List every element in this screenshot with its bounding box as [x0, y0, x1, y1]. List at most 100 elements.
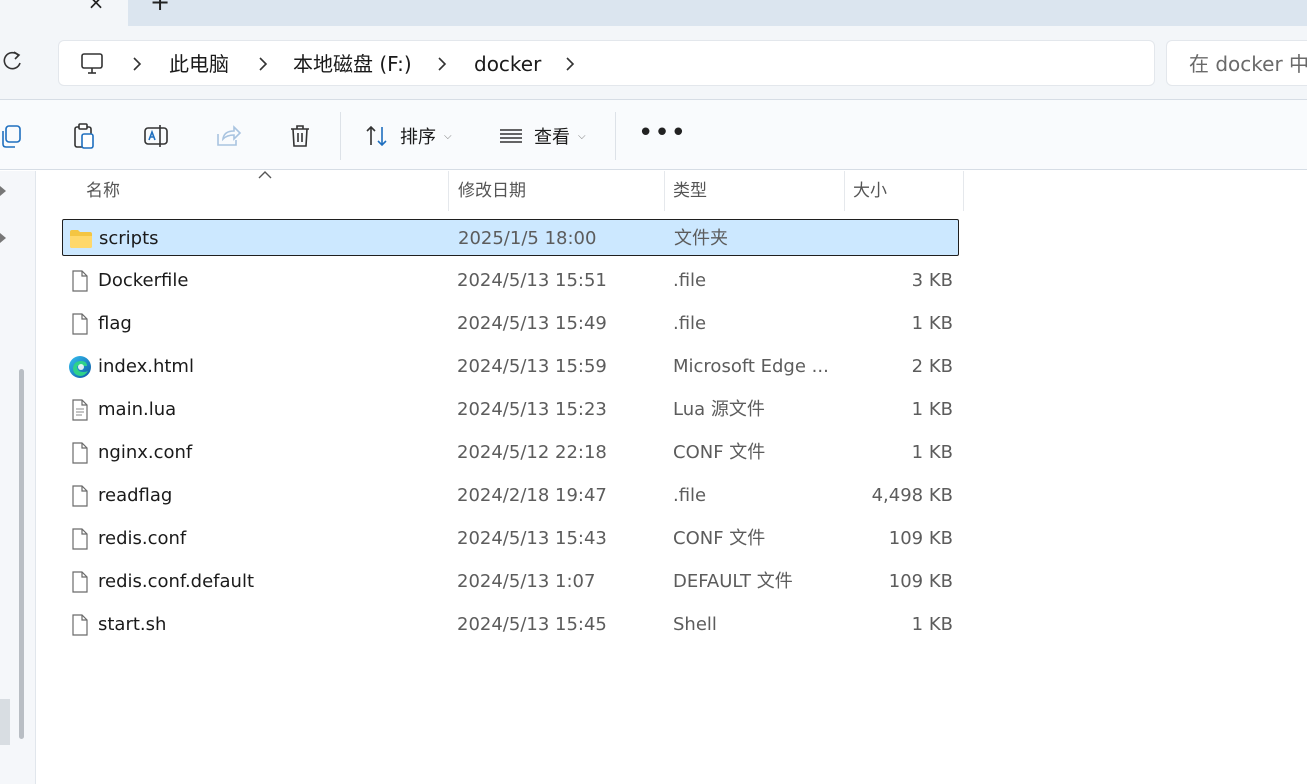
nav-scrollbar[interactable]	[19, 369, 24, 739]
file-icon	[68, 484, 92, 508]
file-row[interactable]: Dockerfile 2024/5/13 15:51 .file 3 KB	[62, 262, 959, 299]
view-label: 查看	[534, 127, 570, 148]
expand-arrow-icon[interactable]	[0, 233, 8, 243]
file-row[interactable]: main.lua 2024/5/13 15:23 Lua 源文件 1 KB	[62, 391, 959, 428]
file-icon	[68, 570, 92, 594]
refresh-button[interactable]	[0, 48, 26, 74]
file-modified-date: 2024/5/13 15:51	[457, 270, 607, 291]
file-type: .file	[673, 485, 707, 506]
file-size: 1 KB	[911, 442, 953, 463]
file-name: nginx.conf	[98, 442, 193, 463]
file-row[interactable]: scripts 2025/1/5 18:00 文件夹	[62, 219, 959, 256]
address-bar[interactable]: 此电脑 本地磁盘 (F:) docker	[58, 40, 1155, 86]
file-modified-date: 2024/5/12 22:18	[457, 442, 607, 463]
file-type: Microsoft Edge ...	[673, 356, 829, 377]
toolbar-divider	[615, 112, 616, 160]
nav-item-hover	[0, 699, 10, 745]
search-placeholder: 在 docker 中搜索	[1189, 52, 1307, 76]
column-header-date[interactable]: 修改日期	[449, 171, 665, 211]
file-name: start.sh	[98, 614, 167, 635]
file-size: 109 KB	[888, 571, 953, 592]
view-button[interactable]: 查看 ⌵	[498, 120, 586, 152]
file-name: readflag	[98, 485, 173, 506]
column-header-name[interactable]: 名称	[62, 171, 449, 211]
view-list-icon	[500, 129, 522, 143]
file-icon	[68, 312, 92, 336]
file-name: redis.conf.default	[98, 571, 255, 592]
file-type: .file	[673, 270, 707, 291]
file-row[interactable]: index.html 2024/5/13 15:59 Microsoft Edge …	[62, 348, 959, 385]
file-modified-date: 2024/5/13 1:07	[457, 571, 596, 592]
text-file-icon	[68, 398, 92, 422]
file-size: 3 KB	[911, 270, 953, 291]
chevron-right-icon[interactable]	[131, 56, 143, 72]
breadcrumb-local-disk[interactable]: 本地磁盘 (F:)	[293, 52, 412, 76]
new-tab-icon[interactable]: +	[150, 0, 170, 14]
file-size: 1 KB	[911, 313, 953, 334]
file-type: Shell	[673, 614, 717, 635]
file-icon	[68, 269, 92, 293]
search-input[interactable]: 在 docker 中搜索	[1166, 40, 1307, 86]
file-modified-date: 2024/5/13 15:43	[457, 528, 607, 549]
file-size: 1 KB	[911, 614, 953, 635]
sort-button[interactable]: 排序 ⌵	[364, 120, 452, 152]
file-size: 4,498 KB	[871, 485, 953, 506]
file-type: CONF 文件	[673, 442, 766, 463]
file-row[interactable]: readflag 2024/2/18 19:47 .file 4,498 KB	[62, 477, 959, 514]
file-modified-date: 2024/5/13 15:59	[457, 356, 607, 377]
file-name: main.lua	[98, 399, 177, 420]
file-name: scripts	[99, 228, 159, 249]
file-row[interactable]: flag 2024/5/13 15:49 .file 1 KB	[62, 305, 959, 342]
active-tab[interactable]: ×	[0, 0, 128, 26]
sort-icon	[366, 125, 387, 147]
chevron-down-icon: ⌵	[444, 130, 452, 142]
file-modified-date: 2024/5/13 15:49	[457, 313, 607, 334]
column-header-size[interactable]: 大小	[845, 171, 964, 211]
share-icon	[217, 125, 242, 146]
file-row[interactable]: start.sh 2024/5/13 15:45 Shell 1 KB	[62, 606, 959, 643]
file-modified-date: 2024/2/18 19:47	[457, 485, 607, 506]
address-row: 此电脑 本地磁盘 (F:) docker 在 docker 中搜索	[0, 26, 1307, 100]
file-modified-date: 2024/5/13 15:45	[457, 614, 607, 635]
file-icon	[68, 613, 92, 637]
file-modified-date: 2024/5/13 15:23	[457, 399, 607, 420]
file-name: Dockerfile	[98, 270, 189, 291]
sort-label: 排序	[400, 127, 436, 148]
toolbar-divider	[340, 112, 341, 160]
chevron-down-icon: ⌵	[578, 130, 586, 142]
file-type: DEFAULT 文件	[673, 571, 793, 592]
expand-arrow-icon[interactable]	[0, 186, 8, 196]
file-type: CONF 文件	[673, 528, 766, 549]
file-name: flag	[98, 313, 132, 334]
file-type: Lua 源文件	[673, 399, 765, 420]
delete-icon[interactable]	[286, 122, 314, 150]
file-size: 2 KB	[911, 356, 953, 377]
column-header-type[interactable]: 类型	[665, 171, 845, 211]
breadcrumb-this-pc[interactable]: 此电脑	[169, 52, 229, 76]
file-row[interactable]: redis.conf.default 2024/5/13 1:07 DEFAULT …	[62, 563, 959, 600]
copy-icon[interactable]	[0, 122, 28, 150]
folder-icon	[69, 227, 93, 251]
edge-icon	[68, 355, 92, 379]
breadcrumb-docker[interactable]: docker	[474, 52, 541, 76]
column-header-row: 名称 修改日期 类型 大小	[62, 171, 964, 211]
file-name: index.html	[98, 356, 194, 377]
file-row[interactable]: redis.conf 2024/5/13 15:43 CONF 文件 109 KB	[62, 520, 959, 557]
tab-strip: × +	[0, 0, 1307, 26]
chevron-right-icon[interactable]	[257, 56, 269, 72]
chevron-right-icon[interactable]	[564, 56, 576, 72]
this-pc-icon	[81, 53, 103, 74]
file-size: 109 KB	[888, 528, 953, 549]
file-row[interactable]: nginx.conf 2024/5/12 22:18 CONF 文件 1 KB	[62, 434, 959, 471]
navigation-pane	[0, 171, 36, 784]
close-tab-icon[interactable]: ×	[86, 0, 106, 12]
file-icon	[68, 527, 92, 551]
rename-icon[interactable]	[142, 122, 170, 150]
chevron-right-icon[interactable]	[436, 56, 448, 72]
refresh-icon	[3, 51, 21, 70]
paste-icon[interactable]	[70, 122, 98, 150]
more-options-button[interactable]: •••	[638, 120, 686, 150]
file-modified-date: 2025/1/5 18:00	[458, 228, 597, 249]
file-type: .file	[673, 313, 707, 334]
file-icon	[68, 441, 92, 465]
